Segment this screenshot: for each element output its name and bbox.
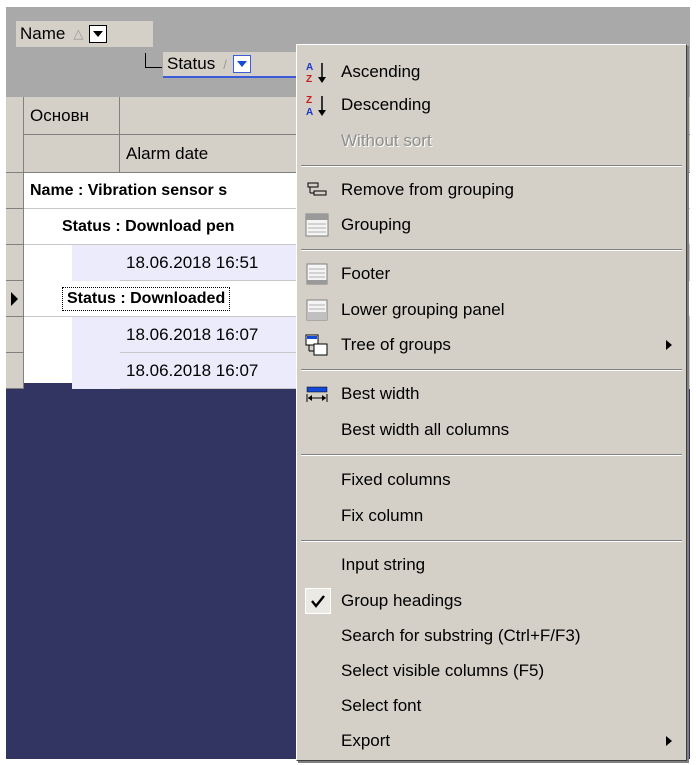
menu-item-remove-from-grouping[interactable]: Remove from grouping [297, 173, 686, 207]
alarm-date-cell: 18.06.2018 16:51 [126, 252, 259, 272]
sort-ascending-icon: AZ [305, 60, 329, 84]
row-indicator[interactable] [6, 353, 24, 389]
submenu-arrow-icon [666, 340, 672, 350]
menu-item-search-substring-label: Search for substring (Ctrl+F/F3) [341, 626, 581, 645]
footer-icon [305, 262, 329, 286]
menu-item-ascending-label: Ascending [341, 62, 421, 81]
menu-item-footer[interactable]: Footer [297, 257, 686, 291]
current-row-arrow-icon [11, 292, 18, 306]
menu-item-input-string-label: Input string [341, 555, 426, 574]
menu-item-tree-of-groups[interactable]: Tree of groups [297, 328, 686, 362]
menu-item-grouping[interactable]: Grouping [297, 208, 686, 242]
menu-item-select-font-label: Select font [341, 696, 422, 715]
tree-icon [305, 333, 329, 357]
header-indicator-column [6, 97, 24, 173]
checkmark-icon [305, 588, 331, 614]
best-width-icon [305, 382, 329, 406]
menu-separator [301, 249, 682, 251]
group-chip-name-label: Name [20, 24, 66, 43]
group-row-name-label: Name : Vibration sensor s [30, 181, 228, 199]
menu-item-select-visible-columns[interactable]: Select visible columns (F5) [297, 654, 686, 688]
menu-item-export-label: Export [341, 731, 391, 750]
menu-item-fix-column-label: Fix column [341, 506, 424, 525]
menu-item-export[interactable]: Export [297, 724, 686, 758]
group-chip-status-dropdown-button[interactable] [232, 55, 251, 73]
row-indicator[interactable] [6, 209, 24, 245]
row-indicator[interactable] [6, 317, 24, 353]
column-header-main-label: Основн [30, 105, 89, 125]
menu-item-fixed-columns-label: Fixed columns [341, 470, 451, 489]
svg-text:A: A [306, 62, 313, 73]
menu-item-lower-grouping-panel[interactable]: Lower grouping panel [297, 293, 686, 327]
remove-grouping-icon [305, 178, 329, 202]
group-row-status-label: Status : Downloaded [62, 286, 231, 311]
svg-text:A: A [306, 107, 313, 117]
sort-indicator-icon: △ [73, 26, 84, 41]
menu-item-best-width-all-label: Best width all columns [341, 420, 510, 439]
menu-item-grouping-label: Grouping [341, 215, 411, 234]
menu-separator [301, 165, 682, 167]
menu-item-without-sort[interactable]: Without sort [297, 124, 686, 158]
group-connector-line [145, 53, 162, 68]
menu-item-best-width[interactable]: Best width [297, 377, 686, 411]
sort-descending-icon: ZA [305, 93, 329, 117]
menu-separator [301, 540, 682, 542]
menu-item-select-font[interactable]: Select font [297, 689, 686, 723]
menu-item-best-width-all[interactable]: Best width all columns [297, 413, 686, 447]
menu-item-ascending[interactable]: AZ Ascending [297, 55, 686, 89]
chevron-down-icon [236, 61, 247, 67]
menu-item-group-headings-label: Group headings [341, 591, 462, 610]
column-header-main[interactable]: Основн [24, 97, 120, 135]
column-context-menu: AZ Ascending ZA Descending Without sort … [296, 44, 687, 761]
menu-item-lower-grouping-panel-label: Lower grouping panel [341, 300, 505, 319]
menu-item-footer-label: Footer [341, 264, 391, 283]
menu-item-without-sort-label: Without sort [341, 131, 432, 150]
menu-item-best-width-label: Best width [341, 384, 420, 403]
lower-grouping-panel-icon [305, 298, 329, 322]
column-header-empty [24, 135, 120, 173]
group-row-status-label: Status : Download pen [62, 217, 235, 235]
row-indicator[interactable] [6, 173, 24, 209]
group-chip-name-dropdown-button[interactable] [89, 25, 108, 43]
menu-item-descending[interactable]: ZA Descending [297, 88, 686, 122]
menu-item-descending-label: Descending [341, 95, 431, 114]
group-chip-status-label: Status [167, 54, 216, 73]
menu-item-search-substring[interactable]: Search for substring (Ctrl+F/F3) [297, 619, 686, 653]
row-indicator-current[interactable] [6, 281, 24, 317]
column-header-alarm-date-label: Alarm date [126, 143, 209, 163]
menu-separator [301, 369, 682, 371]
alarm-date-cell: 18.06.2018 16:07 [126, 324, 259, 344]
menu-item-select-visible-columns-label: Select visible columns (F5) [341, 661, 545, 680]
svg-text:Z: Z [306, 74, 312, 84]
alarm-date-cell: 18.06.2018 16:07 [126, 360, 259, 380]
menu-item-input-string[interactable]: Input string [297, 548, 686, 582]
grouping-panel-icon [305, 213, 329, 237]
menu-item-remove-from-grouping-label: Remove from grouping [341, 180, 514, 199]
submenu-arrow-icon [666, 736, 672, 746]
svg-text:Z: Z [306, 95, 312, 106]
row-indicator[interactable] [6, 245, 24, 281]
chevron-down-icon [93, 31, 104, 37]
menu-item-fix-column[interactable]: Fix column [297, 499, 686, 533]
menu-item-fixed-columns[interactable]: Fixed columns [297, 463, 686, 497]
sort-indicator-icon: / [223, 56, 227, 72]
row-indent [72, 317, 120, 389]
row-indent [72, 245, 120, 281]
group-chip-status[interactable]: Status / [163, 52, 302, 78]
menu-item-tree-of-groups-label: Tree of groups [341, 335, 451, 354]
group-chip-name[interactable]: Name △ [16, 21, 153, 47]
menu-separator [301, 454, 682, 456]
menu-item-group-headings[interactable]: Group headings [297, 584, 686, 618]
